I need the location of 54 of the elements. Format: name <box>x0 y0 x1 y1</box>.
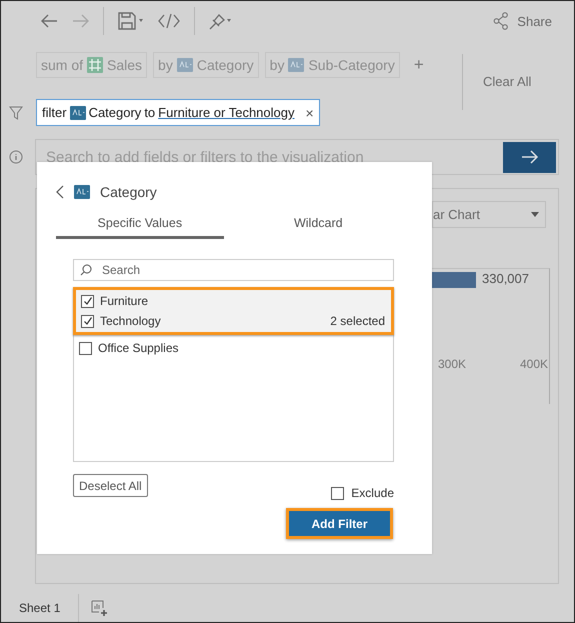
exclude-option[interactable]: Exclude <box>331 486 394 500</box>
deselect-all-button[interactable]: Deselect All <box>73 474 148 497</box>
new-sheet-icon[interactable] <box>91 600 108 616</box>
axis-tick-label: 300K <box>438 357 466 371</box>
info-icon <box>9 150 23 164</box>
chart-bar <box>432 272 476 288</box>
pill-field: Category <box>196 57 254 73</box>
bar-value-label: 330,007 <box>482 271 529 286</box>
popup-tab[interactable]: Wildcard <box>224 209 413 239</box>
search-icon <box>80 264 92 276</box>
axis-tick-label: 400K <box>520 357 548 371</box>
value-list-item[interactable]: Furniture <box>76 291 391 311</box>
ask-search-bar[interactable]: Search to add fields or filters to the visualization <box>35 139 559 175</box>
chart-type-dropdown[interactable]: ar Chart <box>432 201 546 228</box>
value-search-bar[interactable]: Search <box>73 259 394 281</box>
dimension-field-icon <box>176 58 193 72</box>
pill-prefix: by <box>270 57 284 73</box>
popup-title: Category <box>100 184 157 200</box>
value-list-item[interactable]: Office Supplies <box>74 338 393 358</box>
arrow-right-icon <box>520 150 538 164</box>
caret-icon <box>531 212 539 217</box>
pin-icon[interactable] <box>209 12 233 30</box>
back-chevron-icon[interactable] <box>56 185 64 199</box>
share-button[interactable]: Share <box>493 12 552 30</box>
filter-value-link[interactable]: Furniture or Technology <box>158 105 294 120</box>
add-filter-button[interactable]: Add Filter <box>286 508 393 539</box>
checkbox[interactable] <box>331 486 344 500</box>
filter-field[interactable]: filter Category to Furniture or Technology × <box>36 99 320 126</box>
sheet-tab[interactable]: Sheet 1 <box>1 594 80 622</box>
clear-filter-button[interactable]: × <box>306 104 314 120</box>
dimension-field-icon <box>288 58 304 72</box>
pill-field: Sub-Category <box>308 57 395 73</box>
save-icon[interactable] <box>118 12 144 30</box>
checkbox[interactable] <box>81 314 94 328</box>
filter-field-name: Category <box>88 105 142 120</box>
ask-search-field[interactable]: Search to add fields or filters to the visualization <box>44 148 503 166</box>
measure-field-icon <box>87 57 104 73</box>
checkbox[interactable] <box>81 294 94 308</box>
pill-prefix: sum of <box>41 57 84 73</box>
pill-prefix: by <box>158 57 173 73</box>
selection-count: 2 selected <box>330 314 385 328</box>
filter-icon <box>9 106 23 120</box>
filter-connector: to <box>144 105 156 120</box>
popup-tab[interactable]: Specific Values <box>56 209 224 239</box>
checkbox[interactable] <box>79 342 92 354</box>
back-arrow-icon[interactable] <box>41 14 58 28</box>
code-icon[interactable] <box>158 13 180 29</box>
pill-field: Sales <box>107 57 142 73</box>
dimension-field-icon <box>74 185 90 199</box>
filter-prefix: filter <box>42 105 67 120</box>
share-icon <box>493 12 510 30</box>
submit-arrow-button[interactable] <box>503 142 556 172</box>
dimension-field-icon <box>70 106 86 120</box>
value-list-item[interactable]: Technology 2 selected <box>76 311 391 331</box>
